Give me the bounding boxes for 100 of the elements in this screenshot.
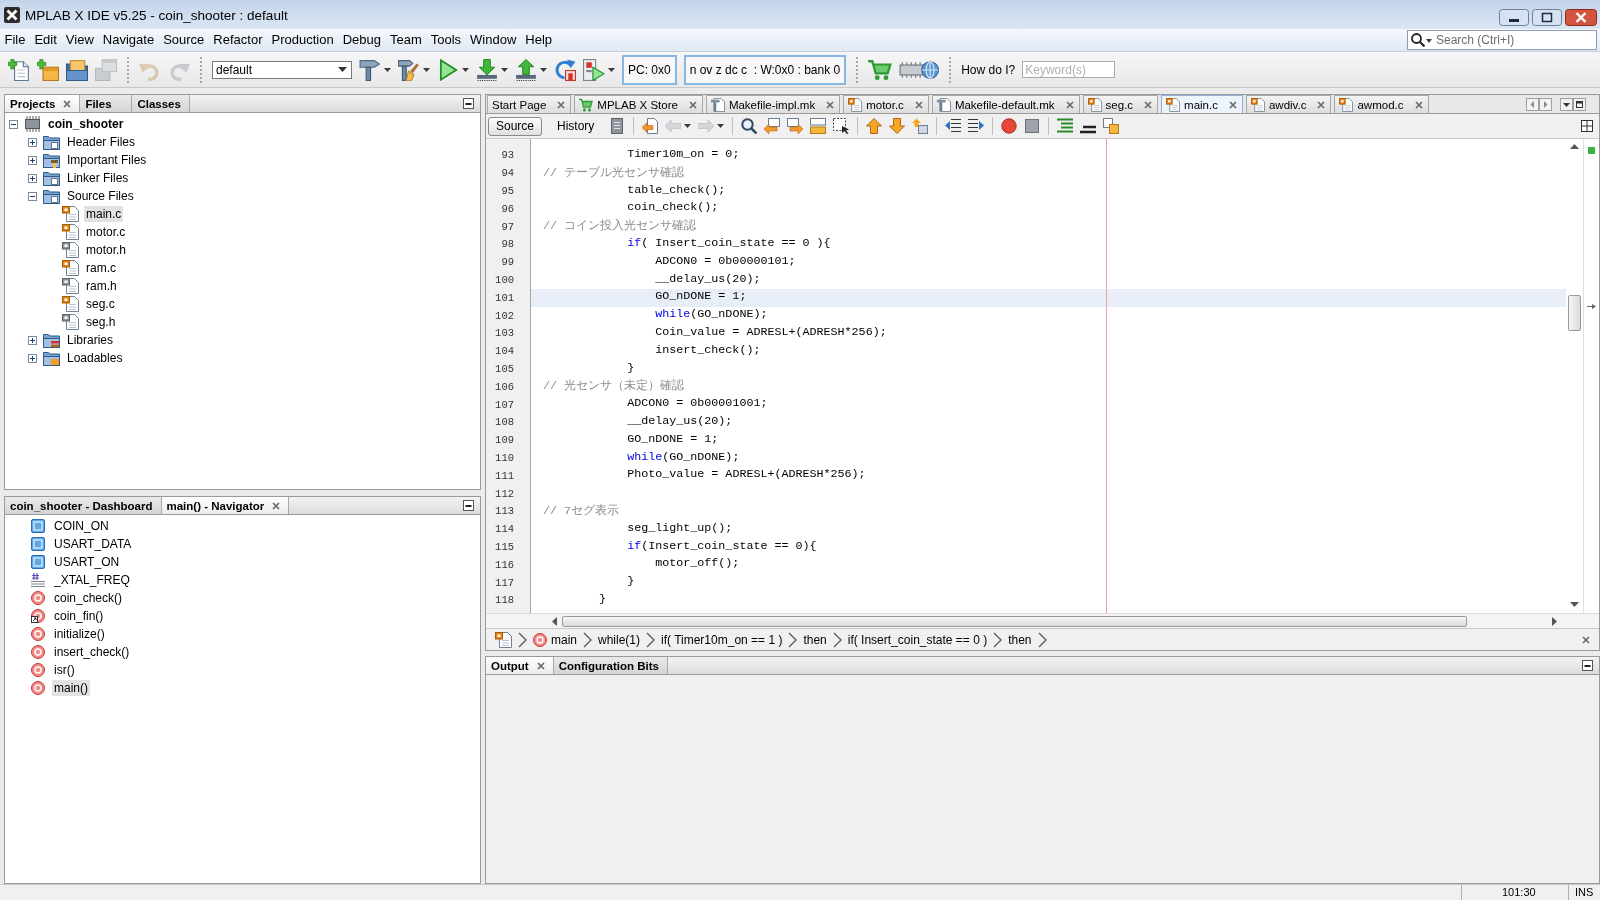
menu-item[interactable]: Tools xyxy=(426,30,466,50)
menu-item[interactable]: Edit xyxy=(29,30,62,50)
caret-icon[interactable] xyxy=(462,67,469,72)
panel-tab[interactable]: coin_shooter - Dashboard xyxy=(5,497,162,514)
chevron-icon[interactable] xyxy=(1037,631,1047,648)
menu-item[interactable]: Window xyxy=(465,30,521,50)
indent-left-icon[interactable] xyxy=(945,118,962,134)
tree-item[interactable]: ram.h xyxy=(84,278,119,294)
hammer-icon[interactable] xyxy=(359,58,381,81)
navigator-item[interactable]: COIN_ON xyxy=(52,518,111,534)
indent-right-icon[interactable] xyxy=(968,118,985,134)
configuration-dropdown[interactable]: default xyxy=(212,60,352,79)
up-arrow-icon[interactable] xyxy=(866,118,883,134)
menu-item[interactable]: Debug xyxy=(338,30,386,50)
maximize-icon[interactable] xyxy=(1573,97,1586,111)
menu-item[interactable]: Navigate xyxy=(98,30,159,50)
navigator-item[interactable]: coin_check() xyxy=(52,590,125,606)
tree-item[interactable]: motor.h xyxy=(84,242,129,258)
tree-item[interactable]: Linker Files xyxy=(65,170,131,186)
close-icon[interactable] xyxy=(1144,100,1153,109)
editor-tab[interactable]: main.c xyxy=(1161,95,1243,113)
breadcrumb-item[interactable]: main xyxy=(533,632,577,647)
comment-lines-icon[interactable] xyxy=(1057,118,1074,134)
panel-tab[interactable]: Projects xyxy=(5,95,81,112)
navigator-item[interactable]: initialize() xyxy=(52,626,107,642)
panel-tab[interactable]: Files xyxy=(80,95,133,112)
bookmark-arrows-icon[interactable] xyxy=(912,118,929,134)
tree-item[interactable]: main.c xyxy=(84,206,124,222)
expand-icon[interactable] xyxy=(28,137,37,147)
breadcrumb-item[interactable]: then xyxy=(803,632,827,647)
play-icon[interactable] xyxy=(437,58,459,81)
tree-item[interactable]: Loadables xyxy=(65,350,125,366)
collapse-icon[interactable] xyxy=(9,119,18,129)
chip-play-icon[interactable] xyxy=(583,58,605,81)
close-icon[interactable] xyxy=(557,100,566,109)
navigator-item[interactable]: _XTAL_FREQ xyxy=(52,572,132,588)
chip-up-arrow-icon[interactable] xyxy=(515,58,537,81)
chevron-icon[interactable] xyxy=(518,631,527,648)
tree-item[interactable]: coin_shooter xyxy=(46,116,126,132)
panel-tab[interactable]: Classes xyxy=(132,95,190,112)
search-field[interactable]: Search (Ctrl+I) xyxy=(1407,30,1597,50)
close-icon[interactable] xyxy=(1582,635,1590,644)
editor-tab[interactable]: seg.c xyxy=(1082,95,1159,113)
tree-item[interactable]: seg.c xyxy=(84,296,117,312)
navigator-item[interactable]: USART_ON xyxy=(52,554,122,570)
tree-item[interactable]: Header Files xyxy=(65,134,138,150)
tree-item[interactable]: Source Files xyxy=(65,188,136,204)
panel-tab[interactable]: Configuration Bits xyxy=(553,657,668,674)
expand-icon[interactable] xyxy=(28,173,37,183)
tree-item[interactable]: Important Files xyxy=(65,152,149,168)
collapse-icon[interactable] xyxy=(28,191,37,201)
dashed-box-icon[interactable] xyxy=(833,118,850,134)
close-icon[interactable] xyxy=(1565,9,1597,26)
menu-item[interactable]: View xyxy=(61,30,99,50)
editor-tab[interactable]: motor.c xyxy=(843,95,929,113)
close-icon[interactable] xyxy=(536,661,545,670)
breadcrumb-item[interactable]: if( Timer10m_on == 1 ) xyxy=(661,632,783,647)
close-icon[interactable] xyxy=(1065,100,1074,109)
expand-icon[interactable] xyxy=(28,155,37,165)
menu-item[interactable]: Help xyxy=(520,30,557,50)
close-icon[interactable] xyxy=(688,100,697,109)
chevron-icon[interactable] xyxy=(646,631,656,648)
navigator-item[interactable]: isr() xyxy=(52,662,77,678)
editor-tab[interactable]: Makefile-impl.mk xyxy=(705,95,841,113)
marker-icon[interactable] xyxy=(810,118,827,134)
caret-icon[interactable] xyxy=(1426,39,1432,43)
caret-icon[interactable] xyxy=(540,67,547,72)
close-icon[interactable] xyxy=(1414,100,1423,109)
editor-tab[interactable]: awdiv.c xyxy=(1245,95,1332,113)
tree-item[interactable]: motor.c xyxy=(84,224,128,240)
left-arrow-icon[interactable] xyxy=(552,616,557,626)
chevron-icon[interactable] xyxy=(583,631,592,648)
search-icon[interactable] xyxy=(741,118,758,134)
up-arrow-icon[interactable] xyxy=(1570,144,1579,149)
minimize-icon[interactable] xyxy=(463,98,474,109)
expand-icon[interactable] xyxy=(28,353,37,363)
tree-item[interactable]: Libraries xyxy=(65,332,116,348)
record-icon[interactable] xyxy=(1001,118,1018,134)
split-icon[interactable] xyxy=(1581,120,1593,132)
circular-arrows-icon[interactable] xyxy=(554,58,576,81)
chip-down-arrow-icon[interactable] xyxy=(476,58,498,81)
close-icon[interactable] xyxy=(272,501,281,510)
minimize-icon[interactable] xyxy=(463,500,474,511)
chevron-icon[interactable] xyxy=(788,631,798,648)
caret-icon[interactable] xyxy=(423,67,430,72)
panel-tab[interactable]: Output xyxy=(486,657,554,674)
maximize-icon[interactable] xyxy=(1532,9,1562,26)
minimize-icon[interactable] xyxy=(1582,660,1593,671)
tree-item[interactable]: ram.c xyxy=(84,260,118,276)
menu-item[interactable]: Production xyxy=(266,30,339,50)
open-folder-icon[interactable] xyxy=(66,58,88,81)
document-arrow-icon[interactable] xyxy=(642,118,659,134)
file-icon[interactable] xyxy=(495,631,512,648)
editor-tab[interactable]: Makefile-default.mk xyxy=(931,95,1080,113)
left-arrow-icon[interactable] xyxy=(764,118,781,134)
view-tab[interactable]: Source xyxy=(488,116,543,136)
menu-item[interactable]: File xyxy=(0,30,30,50)
close-icon[interactable] xyxy=(63,99,72,108)
caret-icon[interactable] xyxy=(384,67,391,72)
menu-item[interactable]: Refactor xyxy=(208,30,267,50)
